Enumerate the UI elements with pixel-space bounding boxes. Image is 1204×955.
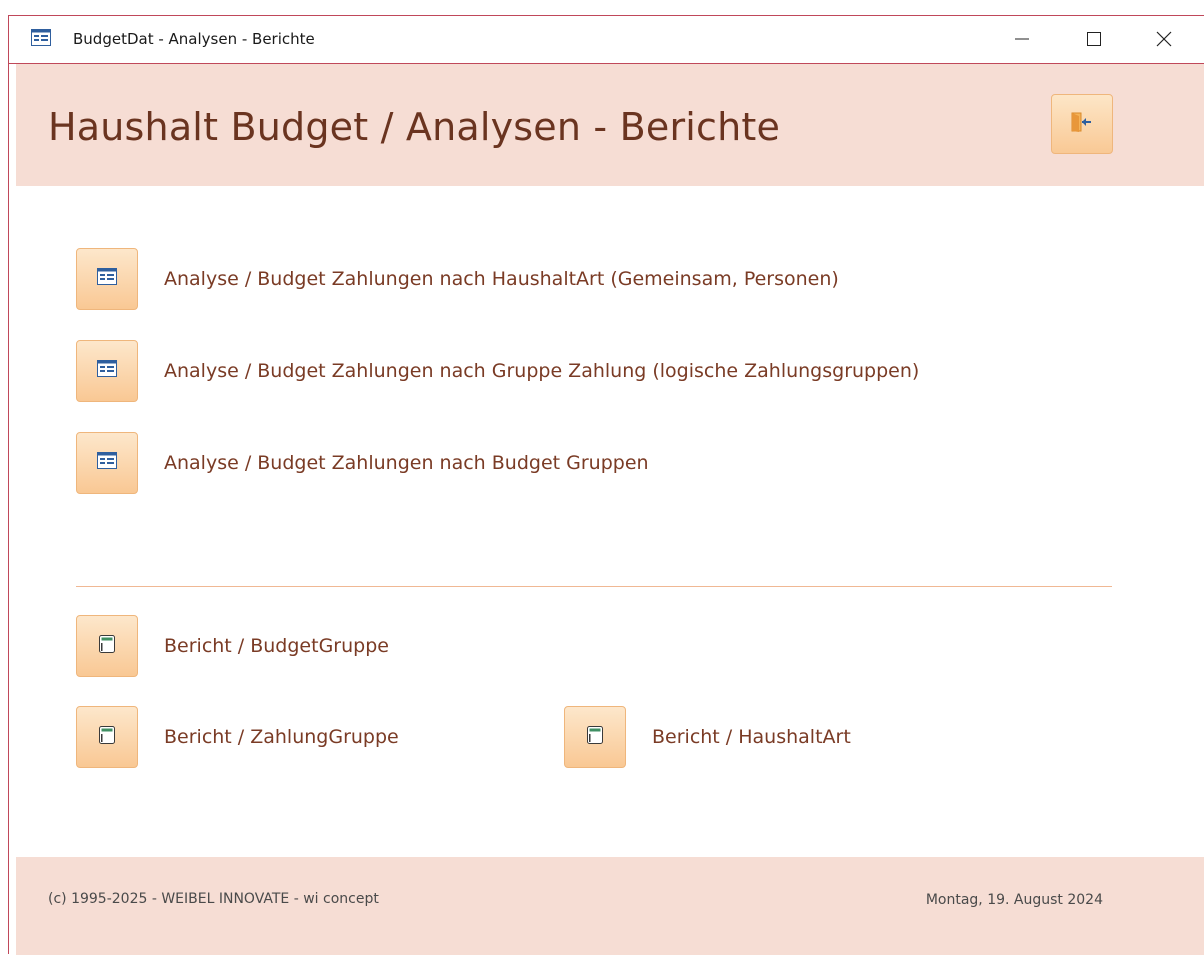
close-button[interactable] [1141, 16, 1187, 62]
analysis-button-gruppe-zahlung[interactable] [76, 340, 138, 402]
report-label-zahlunggruppe[interactable]: Bericht / ZahlungGruppe [164, 726, 399, 748]
current-date: Montag, 19. August 2024 [925, 892, 1103, 908]
report-button-haushaltart[interactable] [564, 706, 626, 768]
analysis-item-budget-gruppen: Analyse / Budget Zahlungen nach Budget G… [76, 432, 649, 494]
report-icon [587, 725, 603, 749]
section-divider [76, 586, 1112, 587]
form-icon [97, 360, 117, 382]
analysis-label-budget-gruppen[interactable]: Analyse / Budget Zahlungen nach Budget G… [164, 452, 649, 474]
form-icon [97, 268, 117, 290]
maximize-button[interactable] [1071, 16, 1117, 62]
report-button-zahlunggruppe[interactable] [76, 706, 138, 768]
report-item-zahlunggruppe: Bericht / ZahlungGruppe [76, 706, 399, 768]
report-item-haushaltart: Bericht / HaushaltArt [564, 706, 851, 768]
copyright-text: (c) 1995-2025 - WEIBEL INNOVATE - wi con… [48, 891, 379, 907]
form-icon [97, 452, 117, 474]
exit-door-icon [1070, 111, 1094, 138]
report-item-budgetgruppe: Bericht / BudgetGruppe [76, 615, 389, 677]
minimize-icon [1015, 32, 1029, 46]
form-icon [31, 29, 51, 46]
analysis-item-haushaltart: Analyse / Budget Zahlungen nach Haushalt… [76, 248, 839, 310]
form-header: Haushalt Budget / Analysen - Berichte [16, 64, 1204, 186]
title-bar: BudgetDat - Analysen - Berichte [9, 16, 1204, 64]
analysis-label-gruppe-zahlung[interactable]: Analyse / Budget Zahlungen nach Gruppe Z… [164, 360, 919, 382]
form-footer: (c) 1995-2025 - WEIBEL INNOVATE - wi con… [16, 857, 1204, 955]
exit-button[interactable] [1051, 94, 1113, 154]
page-title: Haushalt Budget / Analysen - Berichte [48, 105, 781, 149]
report-button-budgetgruppe[interactable] [76, 615, 138, 677]
window-title: BudgetDat - Analysen - Berichte [73, 30, 315, 48]
analysis-label-haushaltart[interactable]: Analyse / Budget Zahlungen nach Haushalt… [164, 268, 839, 290]
app-window: BudgetDat - Analysen - Berichte Haushalt… [8, 15, 1204, 955]
minimize-button[interactable] [999, 16, 1045, 62]
report-icon [99, 725, 115, 749]
analysis-button-budget-gruppen[interactable] [76, 432, 138, 494]
report-label-budgetgruppe[interactable]: Bericht / BudgetGruppe [164, 635, 389, 657]
close-icon [1156, 31, 1172, 47]
analysis-button-haushaltart[interactable] [76, 248, 138, 310]
report-icon [99, 634, 115, 658]
report-label-haushaltart[interactable]: Bericht / HaushaltArt [652, 726, 851, 748]
analysis-item-gruppe-zahlung: Analyse / Budget Zahlungen nach Gruppe Z… [76, 340, 919, 402]
maximize-icon [1087, 32, 1101, 46]
